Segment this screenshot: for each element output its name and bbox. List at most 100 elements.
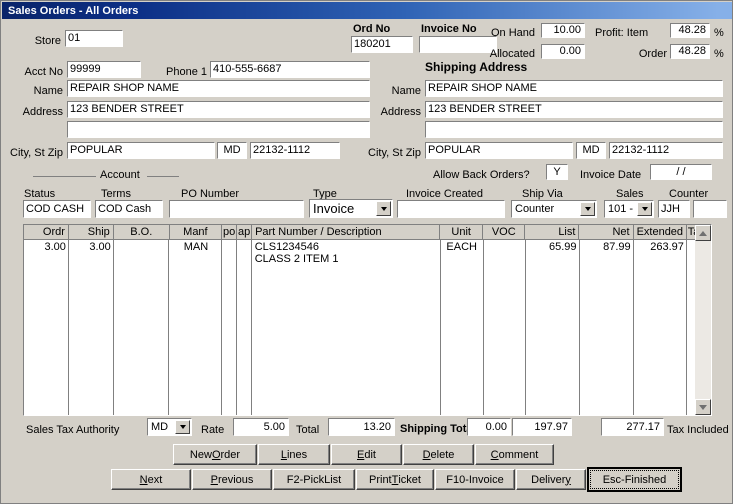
window-titlebar[interactable]: Sales Orders - All Orders [2, 2, 733, 19]
type-combo-value: Invoice [310, 201, 376, 216]
chevron-down-icon[interactable] [637, 202, 652, 216]
previous-button-label: Previous [193, 470, 271, 489]
shipping-address-title: Shipping Address [425, 61, 527, 74]
sales-orders-window: Sales Orders - All Orders Store 01 Acct … [0, 0, 733, 504]
grand-total-value: 277.17 [601, 418, 664, 436]
sales-tax-authority-label: Sales Tax Authority [26, 424, 119, 437]
chevron-down-icon[interactable] [580, 202, 595, 216]
phone1-label: Phone 1 [161, 66, 207, 79]
comment-button[interactable]: Comment [475, 444, 554, 465]
grid-col-net[interactable]: Net [579, 225, 633, 239]
previous-button[interactable]: Previous [192, 469, 272, 490]
sales-combo-value: 101 - [605, 203, 637, 215]
billing-address1-input[interactable]: 123 BENDER STREET [67, 101, 370, 118]
edit-button[interactable]: Edit [331, 444, 402, 465]
new-order-button-label: New Order [174, 445, 256, 464]
billing-name-input[interactable]: REPAIR SHOP NAME [67, 80, 370, 97]
store-input[interactable]: 01 [65, 30, 123, 47]
shipping-address-label: Address [373, 106, 421, 119]
billing-state-input[interactable]: MD [217, 142, 247, 159]
account-group-title: Account [100, 169, 140, 182]
account-group-line-right [147, 176, 179, 177]
grid-vertical-scrollbar[interactable] [695, 225, 711, 415]
delivery-button-label: Delivery [517, 470, 585, 489]
billing-address2-input[interactable] [67, 121, 370, 138]
subtotal-value: 197.97 [512, 418, 572, 436]
account-group-line-left [33, 176, 96, 177]
tax-total-value: 13.20 [328, 418, 395, 436]
scroll-down-icon[interactable] [695, 399, 711, 415]
shipping-name-input[interactable]: REPAIR SHOP NAME [425, 80, 723, 97]
sales-combo[interactable]: 101 - [604, 200, 654, 218]
f10-invoice-button[interactable]: F10-Invoice [435, 469, 515, 490]
shipping-address2-input[interactable] [425, 121, 723, 138]
rate-input[interactable]: 5.00 [233, 418, 289, 436]
esc-finished-button[interactable]: Esc-Finished [587, 467, 682, 492]
esc-finished-button-label: Esc-Finished [590, 470, 679, 489]
lines-button[interactable]: Lines [258, 444, 330, 465]
ord-no-label: Ord No [353, 23, 390, 36]
shipping-city-label: City, St Zip [363, 147, 421, 160]
shipping-name-label: Name [379, 85, 421, 98]
shipping-zip-input[interactable]: 22132-1112 [609, 142, 723, 159]
profit-item-value: 48.28 [670, 23, 710, 38]
billing-name-label: Name [21, 85, 63, 98]
grid-col-part[interactable]: Part Number / Description [252, 225, 440, 239]
sales-tax-authority-value: MD [148, 421, 175, 433]
f10-invoice-button-label: F10-Invoice [436, 470, 514, 489]
grid-col-ship[interactable]: Ship [69, 225, 114, 239]
new-order-button[interactable]: New Order [173, 444, 257, 465]
rate-label: Rate [201, 424, 224, 437]
allocated-value: 0.00 [541, 44, 585, 59]
chevron-down-icon[interactable] [175, 420, 190, 434]
billing-address-label: Address [15, 106, 63, 119]
grid-col-po[interactable]: po [222, 225, 237, 239]
ship-via-combo[interactable]: Counter [511, 200, 597, 218]
shipping-city-input[interactable]: POPULAR [425, 142, 573, 159]
chevron-down-icon[interactable] [376, 201, 391, 216]
ord-no-input[interactable]: 180201 [351, 36, 413, 53]
phone1-input[interactable]: 410-555-6687 [210, 61, 370, 78]
print-ticket-button[interactable]: Print Ticket [356, 469, 434, 490]
grid-col-ordr[interactable]: Ordr [24, 225, 69, 239]
counter-input[interactable]: JJH [658, 200, 690, 218]
on-hand-value: 10.00 [541, 23, 585, 38]
profit-item-label: Profit: Item [595, 27, 648, 40]
f2-picklist-button[interactable]: F2-PickList [273, 469, 355, 490]
grid-col-ap[interactable]: ap [237, 225, 252, 239]
next-button[interactable]: Next [111, 469, 191, 490]
grid-col-manf[interactable]: Manf [170, 225, 222, 239]
scrollbar-track[interactable] [695, 241, 711, 399]
status-input[interactable]: COD CASH [23, 200, 91, 218]
delete-button[interactable]: Delete [403, 444, 474, 465]
tax-included-label: Tax Included [667, 424, 729, 437]
scroll-up-icon[interactable] [695, 225, 711, 241]
billing-zip-input[interactable]: 22132-1112 [250, 142, 340, 159]
grid-col-list[interactable]: List [525, 225, 579, 239]
profit-order-label: Order [595, 48, 667, 61]
comment-button-label: Comment [476, 445, 553, 464]
line-items-grid[interactable]: Ordr Ship B.O. Manf po ap Part Number / … [23, 224, 712, 416]
grid-header-row: Ordr Ship B.O. Manf po ap Part Number / … [24, 225, 711, 240]
edit-button-label: Edit [332, 445, 401, 464]
counter-extra-input[interactable] [693, 200, 727, 218]
grid-col-voc[interactable]: VOC [483, 225, 525, 239]
po-number-input[interactable] [169, 200, 304, 218]
delivery-button[interactable]: Delivery [516, 469, 586, 490]
invoice-date-input[interactable]: / / [650, 164, 712, 180]
terms-input[interactable]: COD Cash [95, 200, 163, 218]
grid-col-bo[interactable]: B.O. [114, 225, 170, 239]
type-combo[interactable]: Invoice [309, 199, 393, 218]
acct-no-input[interactable]: 99999 [67, 61, 141, 78]
store-label: Store [25, 35, 61, 48]
f2-picklist-button-label: F2-PickList [274, 470, 354, 489]
shipping-address1-input[interactable]: 123 BENDER STREET [425, 101, 723, 118]
sales-tax-authority-combo[interactable]: MD [147, 418, 192, 436]
invoice-created-input[interactable] [397, 200, 505, 218]
grid-col-unit[interactable]: Unit [440, 225, 483, 239]
billing-city-input[interactable]: POPULAR [67, 142, 215, 159]
allow-back-orders-input[interactable]: Y [546, 164, 568, 180]
invoice-date-label: Invoice Date [580, 169, 641, 182]
shipping-state-input[interactable]: MD [576, 142, 606, 159]
grid-col-extended[interactable]: Extended [634, 225, 687, 239]
